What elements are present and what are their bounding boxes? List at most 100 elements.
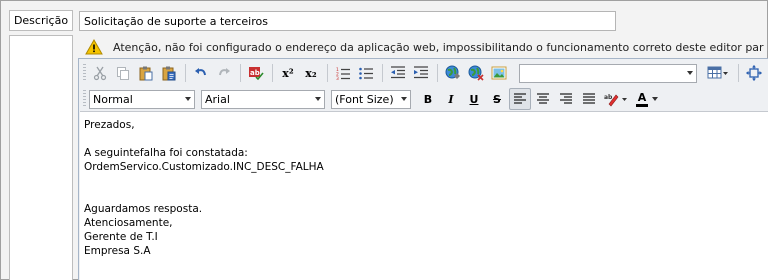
editor-content[interactable]: Prezados, A seguintefalha foi constatada… <box>80 111 768 280</box>
remove-link-button[interactable] <box>465 62 487 84</box>
font-size-dropdown[interactable]: (Font Size) <box>331 89 411 109</box>
bold-label: B <box>423 92 433 106</box>
undo-icon <box>195 68 206 76</box>
chevron-down-icon <box>652 97 658 101</box>
toolbar-separator <box>240 64 241 82</box>
font-name-dropdown-value: Arial <box>205 92 230 106</box>
italic-label: I <box>448 92 454 106</box>
font-color-label: A <box>637 90 647 104</box>
rich-text-editor: ab x² x₂ 123 Normal Arial (Font Size) B … <box>78 58 768 280</box>
underline-button[interactable]: U <box>463 88 485 110</box>
outdent-icon <box>391 66 405 79</box>
table-icon <box>707 66 728 79</box>
spellcheck-icon: ab <box>249 67 264 81</box>
font-color-button[interactable]: A <box>632 88 662 110</box>
paste-button[interactable] <box>135 62 157 84</box>
format-dropdown[interactable]: Normal <box>89 89 195 109</box>
insert-image-button[interactable] <box>488 62 510 84</box>
redo-icon <box>219 68 230 76</box>
bold-button[interactable]: B <box>417 88 439 110</box>
chevron-down-icon <box>315 97 321 101</box>
numbered-list-icon: 123 <box>336 67 350 81</box>
warning-banner: Atenção, não foi configurado o endereço … <box>85 38 764 56</box>
subscript-label: x₂ <box>305 66 317 80</box>
scissors-icon <box>93 66 107 81</box>
chevron-down-icon <box>185 97 191 101</box>
image-icon <box>491 66 507 80</box>
font-size-dropdown-value: (Font Size) <box>335 92 394 106</box>
style-dropdown[interactable] <box>519 63 697 83</box>
warning-icon <box>85 39 103 55</box>
spellcheck-button[interactable]: ab <box>245 62 267 84</box>
toolbar-grip <box>83 64 86 82</box>
description-label: Descrição <box>9 10 73 31</box>
superscript-button[interactable]: x² <box>277 62 299 84</box>
insert-link-button[interactable] <box>442 62 464 84</box>
toolbar-row-1: ab x² x₂ 123 <box>79 60 766 86</box>
align-right-button[interactable] <box>555 88 577 110</box>
toolbar-row-2: Normal Arial (Font Size) B I U S ab A <box>79 86 663 112</box>
indent-button[interactable] <box>410 62 432 84</box>
align-justify-button[interactable] <box>578 88 600 110</box>
cut-button[interactable] <box>89 62 111 84</box>
copy-button[interactable] <box>112 62 134 84</box>
subscript-button[interactable]: x₂ <box>300 62 322 84</box>
maximize-icon <box>746 65 762 81</box>
body-line: Prezados, <box>84 119 135 131</box>
italic-button[interactable]: I <box>440 88 462 110</box>
copy-icon <box>117 67 129 80</box>
toolbar-grip <box>83 90 86 108</box>
outdent-button[interactable] <box>387 62 409 84</box>
align-left-button[interactable] <box>509 88 531 110</box>
align-center-button[interactable] <box>532 88 554 110</box>
superscript-label: x² <box>282 66 294 80</box>
strikethrough-button[interactable]: S <box>486 88 508 110</box>
align-left-icon <box>514 93 526 104</box>
body-line <box>84 132 766 146</box>
toolbar-separator <box>738 64 739 82</box>
body-line: Empresa S.A <box>84 245 151 257</box>
body-line: A seguintefalha foi constatada: <box>84 147 248 159</box>
align-right-icon <box>560 93 572 104</box>
font-name-dropdown[interactable]: Arial <box>201 89 325 109</box>
chevron-down-icon <box>401 97 407 101</box>
toolbar-separator <box>437 64 438 82</box>
body-line: OrdemServico.Customizado.INC_DESC_FALHA <box>84 161 324 173</box>
align-justify-icon <box>583 93 595 104</box>
highlight-color-button[interactable]: ab <box>601 88 631 110</box>
insert-table-button[interactable] <box>703 62 733 84</box>
numbered-list-button[interactable]: 123 <box>332 62 354 84</box>
toolbar-separator <box>272 64 273 82</box>
svg-text:ab: ab <box>604 94 613 101</box>
format-dropdown-value: Normal <box>93 92 133 106</box>
paste-text-button[interactable] <box>158 62 180 84</box>
font-color-bar <box>636 103 648 107</box>
chevron-down-icon <box>687 71 693 75</box>
svg-text:3: 3 <box>336 76 339 81</box>
redo-button[interactable] <box>213 62 235 84</box>
fullscreen-button[interactable] <box>743 62 765 84</box>
body-line <box>84 188 766 202</box>
paste-text-icon <box>162 66 176 81</box>
body-line: Aguardamos resposta. <box>84 203 203 215</box>
warning-text: Atenção, não foi configurado o endereço … <box>113 40 764 54</box>
highlighter-icon: ab <box>604 94 627 107</box>
toolbar-separator <box>327 64 328 82</box>
form-frame: Descrição Atenção, não foi configurado o… <box>0 0 768 280</box>
toolbar-separator <box>382 64 383 82</box>
strikethrough-label: S <box>493 92 501 106</box>
body-line <box>84 174 766 188</box>
globe-link-icon <box>445 65 460 79</box>
body-line: Gerente de T.I <box>84 231 158 243</box>
body-line: Atenciosamente, <box>84 217 173 229</box>
paste-icon <box>139 66 153 81</box>
globe-unlink-icon <box>468 65 484 81</box>
bulleted-list-icon <box>359 67 373 80</box>
indent-icon <box>414 66 428 79</box>
underline-label: U <box>469 92 479 106</box>
svg-text:ab: ab <box>250 69 260 77</box>
undo-button[interactable] <box>190 62 212 84</box>
subject-input[interactable] <box>79 11 616 31</box>
bulleted-list-button[interactable] <box>355 62 377 84</box>
toolbar-separator <box>185 64 186 82</box>
